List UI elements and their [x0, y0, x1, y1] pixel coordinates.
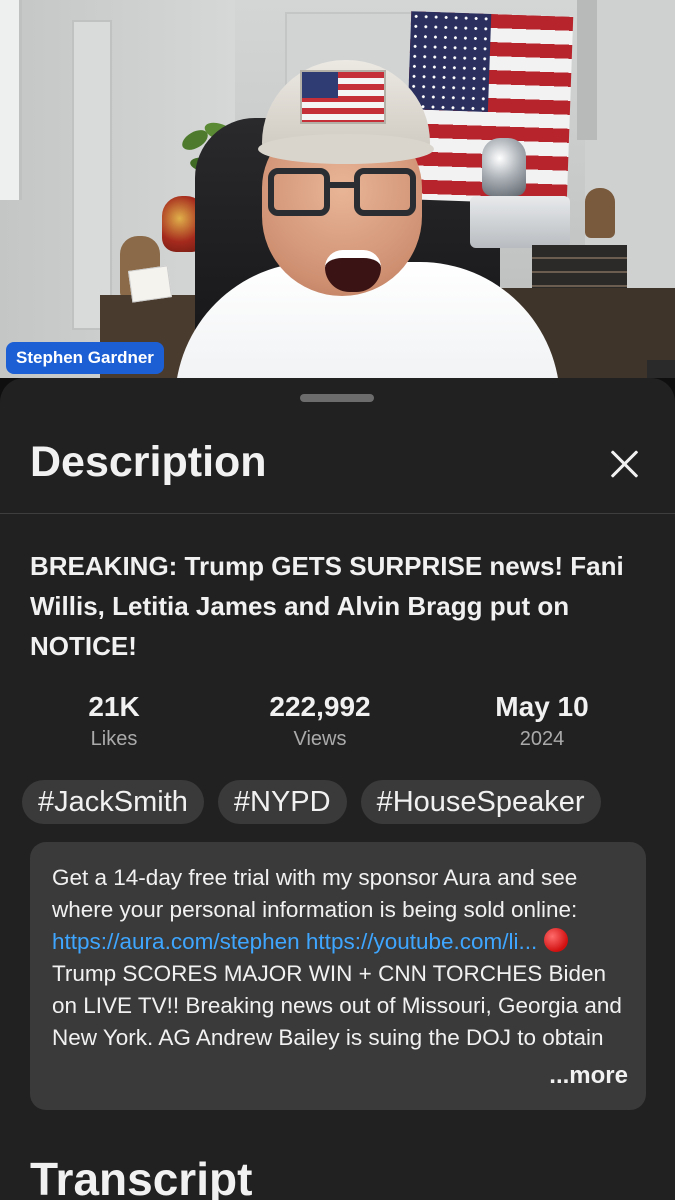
presenter-name-badge: Stephen Gardner — [6, 342, 164, 374]
description-sheet: Description BREAKING: Trump GETS SURPRIS… — [0, 378, 675, 1200]
likes-label: Likes — [90, 728, 138, 750]
door — [72, 20, 112, 330]
divider — [0, 513, 675, 514]
video-title: BREAKING: Trump GETS SURPRISE news! Fani… — [30, 551, 624, 661]
views-count: 222,992 — [269, 691, 371, 722]
description-body: Trump SCORES MAJOR WIN + CNN TORCHES Bid… — [52, 961, 622, 1050]
hashtag-chip[interactable]: #HouseSpeaker — [360, 780, 601, 824]
hashtag-chip[interactable]: #NYPD — [217, 780, 347, 824]
terminator-base — [470, 196, 570, 248]
video-player[interactable]: Stephen Gardner — [0, 0, 675, 378]
card — [127, 265, 173, 303]
close-icon[interactable] — [604, 444, 644, 484]
cap-brim — [258, 134, 434, 164]
cup — [647, 360, 675, 378]
description-box[interactable]: Get a 14-day free trial with my sponsor … — [30, 842, 646, 1110]
likes-stat: 21K Likes — [14, 690, 214, 754]
glasses — [268, 168, 416, 220]
date-stat: May 10 2024 — [442, 690, 642, 754]
window — [0, 0, 22, 200]
transcript-heading: Transcript — [30, 1153, 253, 1200]
drag-handle[interactable] — [300, 394, 374, 402]
views-stat: 222,992 Views — [220, 690, 420, 754]
description-intro: Get a 14-day free trial with my sponsor … — [52, 865, 578, 922]
red-circle-icon — [543, 928, 568, 952]
video-stats: 21K Likes 222,992 Views May 10 2024 — [0, 690, 675, 760]
presenter-mouth — [325, 250, 381, 292]
cap-flag-patch — [300, 70, 386, 124]
hashtag-chip[interactable]: #JackSmith — [22, 780, 204, 824]
sheet-title: Description — [30, 438, 267, 486]
likes-count: 21K — [88, 691, 140, 722]
groot-figure-2 — [585, 188, 615, 238]
hashtag-row: #JackSmith #NYPD #HouseSpeaker — [22, 780, 675, 826]
terminator-bust — [482, 138, 526, 196]
youtube-link[interactable]: https://youtube.com/li... — [306, 929, 537, 954]
picture-frame — [577, 0, 597, 140]
description-text: Get a 14-day free trial with my sponsor … — [52, 862, 624, 1088]
sponsor-link[interactable]: https://aura.com/stephen — [52, 929, 300, 954]
more-button[interactable]: ...more — [487, 1060, 628, 1092]
publish-date: May 10 — [495, 691, 589, 722]
publish-year: 2024 — [519, 728, 565, 750]
views-label: Views — [293, 728, 347, 750]
